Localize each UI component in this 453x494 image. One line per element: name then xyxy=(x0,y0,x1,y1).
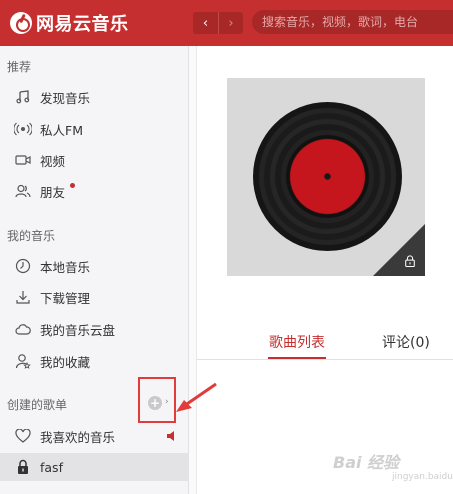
radio-icon xyxy=(14,120,32,138)
video-icon xyxy=(14,151,32,169)
forward-button[interactable]: › xyxy=(218,12,243,34)
tab-comments[interactable]: 评论(0) xyxy=(382,332,430,352)
annotation-arrow-icon xyxy=(176,382,217,412)
collect-icon xyxy=(14,352,32,370)
sidebar-item-playlist-fasf[interactable]: fasf xyxy=(0,453,189,481)
sidebar-item-label: 我喜欢的音乐 xyxy=(40,429,116,445)
sidebar-item-label: 下载管理 xyxy=(40,290,91,306)
heart-icon xyxy=(14,427,32,445)
playlist-tabs: 歌曲列表 评论(0) xyxy=(197,330,453,360)
sidebar-item-label: 本地音乐 xyxy=(40,259,91,275)
friends-icon xyxy=(14,182,32,200)
playlist-cover[interactable] xyxy=(227,78,425,276)
sidebar-item-local-music[interactable]: 本地音乐 xyxy=(0,252,189,280)
sidebar-item-label: 朋友 xyxy=(40,184,66,200)
clock-icon xyxy=(14,257,32,275)
sidebar-item-label: 我的收藏 xyxy=(40,354,91,370)
cover-lock-icon xyxy=(405,255,415,267)
section-title-my-music: 我的音乐 xyxy=(7,229,56,243)
title-bar: 网易云音乐 ‹ › xyxy=(0,0,453,46)
cloud-icon xyxy=(14,320,32,338)
tab-song-list[interactable]: 歌曲列表 xyxy=(269,332,325,352)
section-title-created-playlists: 创建的歌单 xyxy=(7,398,68,412)
sidebar-item-discover[interactable]: 发现音乐 xyxy=(0,83,189,111)
speaker-icon xyxy=(167,431,174,441)
music-note-icon xyxy=(14,88,32,106)
sidebar-item-label: 视频 xyxy=(40,153,66,169)
sidebar-item-collection[interactable]: 我的收藏 xyxy=(0,347,189,375)
search-input[interactable] xyxy=(262,15,453,29)
search-box[interactable] xyxy=(252,10,453,34)
sidebar-item-cloud-drive[interactable]: 我的音乐云盘 xyxy=(0,315,189,343)
netease-logo-icon xyxy=(10,12,32,34)
active-tab-indicator xyxy=(268,357,326,359)
sidebar: 推荐 发现音乐 私人FM 视频 朋友 我的音乐 本地音乐 下载管理 我的音乐云盘… xyxy=(0,46,189,494)
app-logo[interactable]: 网易云音乐 xyxy=(10,9,129,37)
sidebar-item-video[interactable]: 视频 xyxy=(0,146,189,174)
section-title-recommend: 推荐 xyxy=(7,60,32,74)
sidebar-item-liked-music[interactable]: 我喜欢的音乐 xyxy=(0,422,189,450)
watermark: Bai 经验 xyxy=(333,453,400,472)
privacy-corner xyxy=(373,224,425,276)
sidebar-item-label: 我的音乐云盘 xyxy=(40,322,116,338)
sidebar-item-label: fasf xyxy=(40,459,63,475)
lock-icon xyxy=(14,458,32,476)
app-title: 网易云音乐 xyxy=(36,14,129,35)
sidebar-item-fm[interactable]: 私人FM xyxy=(0,115,189,143)
sidebar-item-label: 发现音乐 xyxy=(40,90,91,106)
sidebar-item-label: 私人FM xyxy=(40,122,83,138)
back-button[interactable]: ‹ xyxy=(193,12,218,34)
history-nav: ‹ › xyxy=(193,12,243,34)
sidebar-item-friends[interactable]: 朋友 xyxy=(0,177,189,205)
notification-dot xyxy=(70,183,75,188)
sidebar-scrollbar[interactable] xyxy=(189,46,197,494)
sidebar-item-downloads[interactable]: 下载管理 xyxy=(0,283,189,311)
download-icon xyxy=(14,288,32,306)
watermark-url: jingyan.baidu.com xyxy=(392,472,453,482)
